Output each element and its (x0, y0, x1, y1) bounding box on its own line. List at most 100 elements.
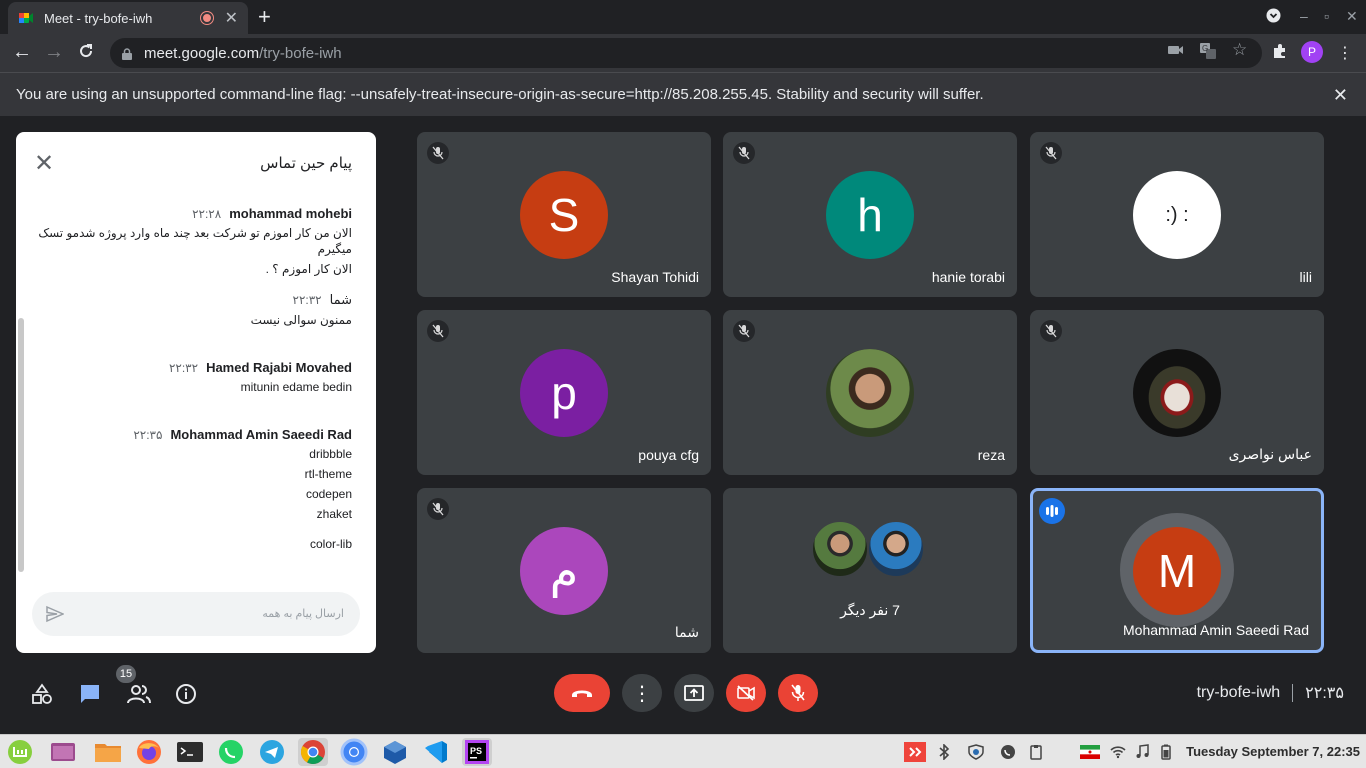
chat-icon[interactable] (79, 683, 101, 705)
participant-tile[interactable]: S Shayan Tohidi (417, 132, 711, 297)
lock-icon[interactable] (122, 47, 132, 60)
browser-menu-icon[interactable]: ⋮ (1337, 43, 1353, 63)
more-options-button[interactable]: ⋮ (622, 674, 662, 712)
more-vert-icon: ⋮ (632, 682, 652, 705)
chat-scrollbar[interactable] (18, 318, 24, 572)
participant-tile[interactable]: reza (723, 310, 1017, 475)
infobar-message: You are using an unsupported command-lin… (16, 86, 984, 103)
participant-avatar: م (520, 527, 608, 615)
others-tile[interactable]: 7 نفر دیگر (723, 488, 1017, 653)
forward-button[interactable]: → (44, 42, 64, 62)
maximize-button[interactable]: ▫ (1324, 8, 1329, 24)
chat-close-icon[interactable]: ✕ (34, 152, 54, 176)
minimize-button[interactable]: – (1300, 8, 1308, 24)
firefox-icon[interactable] (134, 738, 164, 766)
participant-photo (826, 349, 914, 437)
participant-tile-self[interactable]: م شما (417, 488, 711, 653)
participant-tile[interactable]: h hanie torabi (723, 132, 1017, 297)
participant-tile[interactable]: عباس نواصری (1030, 310, 1324, 475)
chat-message: ۲۲:۳۵ Mohammad Amin Saeedi Rad dribbble r… (133, 427, 352, 552)
show-desktop-icon[interactable] (48, 738, 78, 766)
translate-icon[interactable]: G (1200, 43, 1216, 62)
mic-off-icon (733, 142, 755, 164)
participant-name: Mohammad Amin Saeedi Rad (1123, 622, 1309, 638)
chat-message-line: codepen (305, 487, 352, 501)
browser-tab[interactable]: Meet - try-bofe-iwh ✕ (8, 2, 248, 34)
virtualbox-icon[interactable] (380, 738, 410, 766)
keyboard-layout-flag-icon[interactable] (1080, 745, 1100, 759)
others-avatar (811, 520, 869, 578)
whatsapp-tray-icon[interactable] (1000, 744, 1016, 760)
bookmark-star-icon[interactable]: ☆ (1232, 40, 1247, 60)
window-close-button[interactable]: ✕ (1346, 8, 1358, 25)
bluetooth-icon[interactable] (936, 743, 952, 761)
leave-call-button[interactable] (554, 674, 610, 712)
browser-tabstrip: Meet - try-bofe-iwh ✕ + – ▫ ✕ (0, 0, 1366, 34)
mic-off-icon (791, 684, 805, 701)
participant-tile[interactable]: p pouya cfg (417, 310, 711, 475)
chat-message-header: ۲۲:۳۲ Hamed Rajabi Movahed (168, 360, 352, 375)
infobar-close-icon[interactable]: ✕ (1333, 85, 1348, 106)
chrome-icon[interactable] (298, 738, 328, 766)
reload-button[interactable] (77, 42, 95, 64)
people-icon[interactable] (127, 683, 151, 705)
tab-close-icon[interactable]: ✕ (225, 8, 238, 28)
battery-icon[interactable] (1158, 744, 1174, 760)
tab-search-icon[interactable] (1266, 8, 1281, 26)
chat-message-header: ۲۲:۳۲ شما (292, 292, 353, 307)
participant-avatar: h (826, 171, 914, 259)
mic-off-icon (427, 498, 449, 520)
music-icon[interactable] (1134, 744, 1150, 760)
chat-message: ۲۲:۲۸ mohammad mohebi الان من کار اموزم ت… (16, 206, 352, 277)
participant-tile[interactable]: :) : lili (1030, 132, 1324, 297)
taskbar-clock[interactable]: Tuesday September 7, 22:35 (1186, 744, 1360, 759)
participant-avatar: S (520, 171, 608, 259)
wifi-icon[interactable] (1110, 744, 1126, 760)
meeting-details: try-bofe-iwh ۲۲:۳۵ (1197, 683, 1344, 703)
chat-panel: ✕ پیام حین تماس ۲۲:۲۸ mohammad mohebi الا… (16, 132, 376, 653)
camera-off-icon (737, 685, 755, 701)
chat-input[interactable]: ارسال پیام به همه (32, 592, 360, 636)
participant-name: reza (977, 447, 1005, 463)
tab-title: Meet - try-bofe-iwh (44, 10, 153, 26)
back-button[interactable]: ← (12, 42, 32, 62)
info-icon[interactable] (175, 683, 197, 705)
participant-name: lili (1299, 269, 1312, 285)
chat-message-line: rtl-theme (304, 467, 352, 481)
files-icon[interactable] (93, 738, 123, 766)
participant-name: hanie torabi (931, 269, 1005, 285)
others-avatar (867, 520, 925, 578)
profile-avatar[interactable]: P (1301, 41, 1323, 63)
mint-menu-icon[interactable] (5, 738, 35, 766)
vscode-icon[interactable] (421, 738, 451, 766)
participant-avatar: M (1133, 527, 1221, 615)
mic-off-icon (733, 320, 755, 342)
browser-toolbar: ← → meet.google.com/try-bofe-iwh G ☆ P ⋮ (0, 34, 1366, 72)
activities-icon[interactable] (31, 683, 53, 705)
chat-message-line: mitunin edame bedin (240, 380, 352, 394)
new-tab-button[interactable]: + (258, 6, 271, 28)
svg-text:PS: PS (470, 746, 482, 756)
update-shield-icon[interactable] (968, 744, 984, 760)
whatsapp-icon[interactable] (216, 738, 246, 766)
chat-message-line: الان من کار اموزم تو شرکت بعد چند ماه وا… (38, 226, 352, 256)
participant-avatar: p (520, 349, 608, 437)
chromium-icon[interactable] (339, 738, 369, 766)
present-screen-button[interactable] (674, 674, 714, 712)
extensions-icon[interactable] (1272, 43, 1288, 62)
send-icon[interactable] (46, 605, 65, 623)
address-bar[interactable]: meet.google.com/try-bofe-iwh (110, 38, 1262, 68)
participant-tile-speaking[interactable]: M Mohammad Amin Saeedi Rad (1030, 488, 1324, 653)
telegram-icon[interactable] (257, 738, 287, 766)
meeting-time: ۲۲:۳۵ (1305, 685, 1344, 702)
mic-toggle-button[interactable] (778, 674, 818, 712)
phpstorm-icon[interactable]: PS (462, 738, 492, 766)
anydesk-icon[interactable] (904, 742, 926, 762)
camera-icon[interactable] (1168, 43, 1184, 59)
url-text: meet.google.com/try-bofe-iwh (144, 44, 342, 62)
clipboard-icon[interactable] (1028, 744, 1044, 760)
terminal-icon[interactable] (175, 738, 205, 766)
meet-icon (18, 10, 34, 26)
chat-message-line: zhaket (316, 507, 352, 521)
camera-toggle-button[interactable] (726, 674, 766, 712)
